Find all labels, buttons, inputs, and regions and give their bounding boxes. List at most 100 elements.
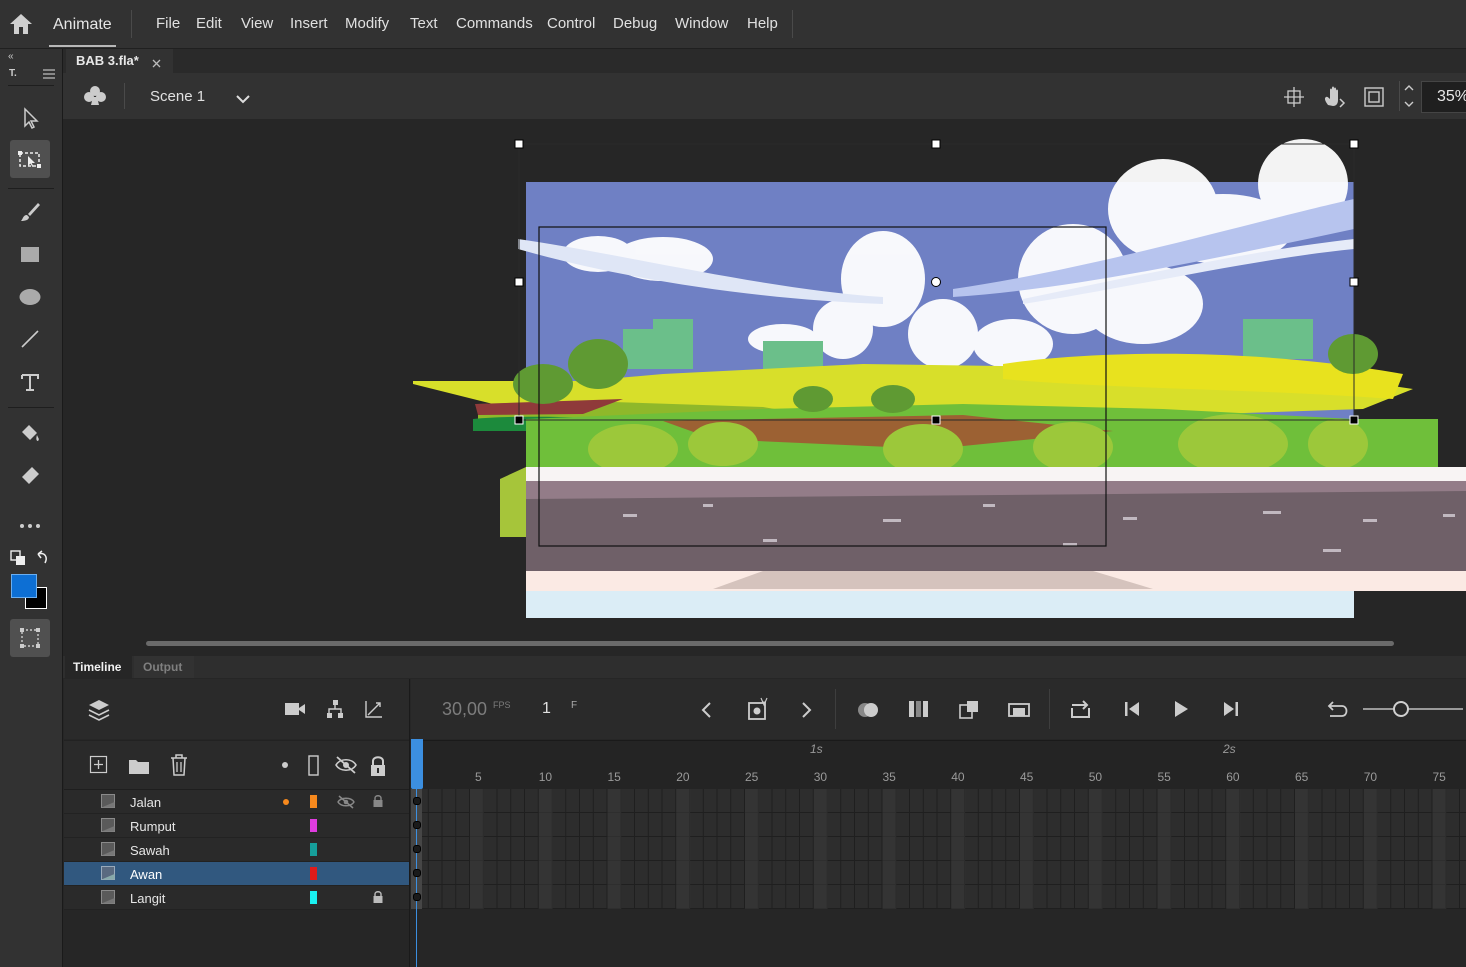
play-icon[interactable] bbox=[1172, 699, 1190, 724]
outline-column-icon[interactable] bbox=[308, 755, 320, 782]
menu-file[interactable]: File bbox=[156, 0, 180, 48]
keyframe[interactable] bbox=[413, 821, 421, 829]
fill-color-swatch[interactable] bbox=[11, 574, 37, 598]
folder-icon[interactable] bbox=[128, 757, 150, 780]
paste-frames-icon[interactable] bbox=[958, 699, 980, 726]
step-forward-icon[interactable] bbox=[1221, 700, 1241, 723]
menu-edit[interactable]: Edit bbox=[196, 0, 222, 48]
zoom-stepper-icon[interactable] bbox=[1403, 82, 1415, 115]
keyframe[interactable] bbox=[413, 797, 421, 805]
free-transform-tool-icon[interactable] bbox=[10, 140, 50, 178]
menu-insert[interactable]: Insert bbox=[290, 0, 328, 48]
layer-name[interactable]: Awan bbox=[130, 867, 162, 882]
current-frame[interactable]: 1 bbox=[542, 700, 551, 718]
layer-color-swatch[interactable] bbox=[310, 819, 317, 832]
layer-row-awan[interactable]: Awan bbox=[64, 862, 410, 886]
insert-keyframe-icon[interactable] bbox=[747, 697, 769, 726]
clip-frames-icon[interactable] bbox=[1008, 701, 1030, 724]
stage-area[interactable] bbox=[63, 119, 1466, 656]
layer-name[interactable]: Langit bbox=[130, 891, 165, 906]
line-tool-icon[interactable] bbox=[10, 320, 50, 358]
layer-type-icon bbox=[101, 794, 115, 813]
panel-menu-icon[interactable] bbox=[43, 66, 55, 84]
hidden-eye-icon[interactable] bbox=[337, 795, 355, 814]
document-tab[interactable]: BAB 3.fla* bbox=[66, 49, 173, 73]
menu-commands[interactable]: Commands bbox=[456, 0, 533, 48]
layer-color-swatch[interactable] bbox=[310, 795, 317, 808]
layers-icon[interactable] bbox=[88, 698, 110, 727]
undo-zoom-icon[interactable] bbox=[1326, 700, 1350, 725]
hierarchy-icon[interactable] bbox=[325, 699, 345, 724]
tab-output[interactable]: Output bbox=[134, 656, 194, 678]
menu-window[interactable]: Window bbox=[675, 0, 728, 48]
prev-keyframe-icon[interactable] bbox=[700, 701, 712, 724]
more-tools-icon[interactable] bbox=[10, 507, 50, 545]
stage-artwork[interactable] bbox=[63, 119, 1466, 656]
club-icon[interactable] bbox=[83, 85, 107, 112]
selection-tool-icon[interactable] bbox=[10, 99, 50, 137]
menu-help[interactable]: Help bbox=[747, 0, 778, 48]
ruler-number: 5 bbox=[475, 770, 482, 784]
fps-unit: FPS bbox=[493, 700, 511, 710]
collapse-icon[interactable]: « bbox=[8, 51, 14, 62]
add-layer-icon[interactable] bbox=[89, 755, 109, 780]
keyframe[interactable] bbox=[413, 869, 421, 877]
close-icon[interactable] bbox=[152, 56, 161, 71]
layer-row-jalan[interactable]: Jalan bbox=[64, 790, 410, 814]
layer-row-sawah[interactable]: Sawah bbox=[64, 838, 410, 862]
oval-tool-icon[interactable] bbox=[10, 278, 50, 316]
menu-view[interactable]: View bbox=[241, 0, 273, 48]
step-back-icon[interactable] bbox=[1122, 700, 1142, 723]
trash-icon[interactable] bbox=[169, 754, 189, 781]
active-layer-column-icon[interactable] bbox=[282, 762, 288, 768]
graph-icon[interactable] bbox=[364, 699, 384, 724]
swap-colors-icon[interactable] bbox=[10, 550, 26, 571]
eraser-tool-icon[interactable] bbox=[10, 457, 50, 495]
layer-color-swatch[interactable] bbox=[310, 867, 317, 880]
text-tool-icon[interactable] bbox=[10, 363, 50, 401]
layer-row-langit[interactable]: Langit bbox=[64, 886, 410, 910]
scene-name[interactable]: Scene 1 bbox=[150, 88, 205, 105]
camera-icon[interactable] bbox=[284, 701, 306, 722]
timeline-zoom-handle[interactable] bbox=[1393, 701, 1409, 717]
assets-transform-icon[interactable] bbox=[10, 619, 50, 657]
fps-value[interactable]: 30,00 bbox=[442, 699, 487, 720]
menu-debug[interactable]: Debug bbox=[613, 0, 657, 48]
reset-colors-icon[interactable] bbox=[35, 550, 49, 571]
crosshair-icon[interactable] bbox=[1284, 87, 1304, 112]
keyframe[interactable] bbox=[413, 893, 421, 901]
chevron-down-icon[interactable] bbox=[236, 91, 250, 109]
onion-skin-icon[interactable] bbox=[857, 700, 881, 725]
zoom-field[interactable]: 35% bbox=[1421, 81, 1466, 113]
menu-text[interactable]: Text bbox=[410, 0, 438, 48]
fit-stage-icon[interactable] bbox=[1363, 86, 1385, 113]
keyframe[interactable] bbox=[413, 845, 421, 853]
ruler-number: 70 bbox=[1363, 770, 1378, 784]
lock-icon[interactable] bbox=[372, 890, 384, 909]
menu-modify[interactable]: Modify bbox=[345, 0, 389, 48]
brush-tool-icon[interactable] bbox=[10, 193, 50, 231]
layer-name[interactable]: Jalan bbox=[130, 795, 161, 810]
timeline-zoom-slider[interactable] bbox=[1363, 708, 1463, 710]
menu-control[interactable]: Control bbox=[547, 0, 595, 48]
edit-multiple-frames-icon[interactable] bbox=[908, 699, 930, 724]
lock-icon[interactable] bbox=[372, 794, 384, 813]
layer-row-rumput[interactable]: Rumput bbox=[64, 814, 410, 838]
loop-icon[interactable] bbox=[1069, 700, 1093, 725]
layer-color-swatch[interactable] bbox=[310, 843, 317, 856]
rectangle-tool-icon[interactable] bbox=[10, 236, 50, 274]
layer-name[interactable]: Rumput bbox=[130, 819, 176, 834]
tab-timeline[interactable]: Timeline bbox=[65, 656, 132, 678]
home-icon[interactable] bbox=[8, 12, 34, 36]
hand-icon[interactable] bbox=[1322, 85, 1346, 114]
layer-name[interactable]: Sawah bbox=[130, 843, 170, 858]
frames-grid[interactable] bbox=[411, 789, 1466, 909]
next-keyframe-icon[interactable] bbox=[801, 701, 813, 724]
lock-all-icon[interactable] bbox=[369, 755, 387, 782]
paint-bucket-tool-icon[interactable] bbox=[10, 415, 50, 453]
controls-divider bbox=[1049, 689, 1050, 729]
tab-output-label: Output bbox=[143, 660, 183, 674]
layer-color-swatch[interactable] bbox=[310, 891, 317, 904]
playhead[interactable] bbox=[411, 739, 423, 789]
hide-all-icon[interactable] bbox=[334, 755, 358, 780]
